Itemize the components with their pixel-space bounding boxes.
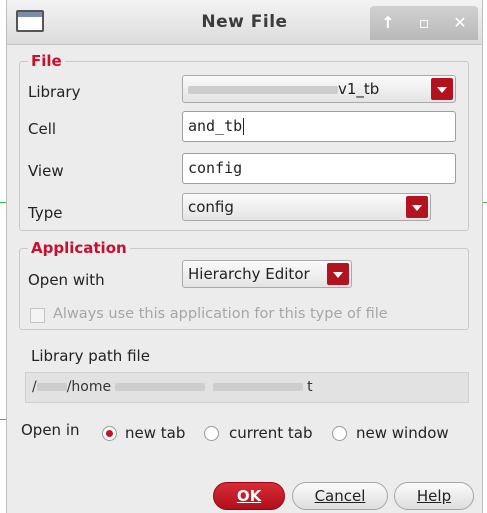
- close-icon[interactable]: ✕: [449, 12, 471, 34]
- library-combo[interactable]: v1_tb: [182, 75, 456, 103]
- always-use-label: Always use this application for this typ…: [53, 306, 388, 322]
- open-in-label: Open in: [21, 421, 80, 439]
- library-value-prefix: [188, 80, 338, 98]
- title-bar[interactable]: New File ↑ ▫ ✕: [7, 0, 482, 45]
- application-group-title: Application: [28, 239, 130, 257]
- type-label: Type: [28, 204, 63, 222]
- ok-button[interactable]: OK: [213, 482, 285, 510]
- type-value: config: [188, 198, 234, 216]
- maximize-arrow-icon[interactable]: ↑: [377, 12, 399, 34]
- chevron-down-icon[interactable]: [327, 263, 349, 285]
- path-mid: /home: [66, 379, 112, 395]
- open-with-value: Hierarchy Editor: [188, 265, 310, 283]
- restore-icon[interactable]: ▫: [413, 12, 435, 34]
- library-label: Library: [28, 83, 81, 101]
- open-with-combo[interactable]: Hierarchy Editor: [182, 260, 352, 288]
- new-file-dialog: New File ↑ ▫ ✕ File Library v1_tb Cell a…: [6, 0, 483, 513]
- radio-current-tab[interactable]: [204, 426, 219, 441]
- cell-input[interactable]: and_tb: [182, 111, 456, 142]
- help-button-label: Help: [416, 487, 452, 505]
- cancel-button-label: Cancel: [314, 487, 366, 505]
- library-value: v1_tb: [338, 80, 380, 98]
- radio-new-window-label[interactable]: new window: [356, 424, 449, 442]
- view-input-value: config: [188, 159, 243, 177]
- path-redacted: [115, 383, 206, 391]
- type-combo[interactable]: config: [182, 193, 431, 221]
- path-end: t: [307, 379, 313, 395]
- cancel-button[interactable]: Cancel: [292, 482, 388, 510]
- chevron-down-icon[interactable]: [406, 196, 428, 218]
- chevron-down-icon[interactable]: [431, 78, 453, 100]
- always-use-checkbox[interactable]: [30, 308, 45, 323]
- text-caret: [243, 118, 245, 135]
- radio-new-tab-label[interactable]: new tab: [125, 424, 185, 442]
- window-controls: ↑ ▫ ✕: [370, 6, 478, 40]
- view-label: View: [28, 162, 64, 180]
- radio-new-window[interactable]: [332, 426, 347, 441]
- ok-button-label: OK: [236, 487, 262, 505]
- file-group-title: File: [28, 52, 65, 70]
- view-input[interactable]: config: [182, 153, 456, 184]
- library-path-field[interactable]: //home t: [25, 372, 469, 403]
- radio-new-tab[interactable]: [102, 426, 117, 441]
- cell-input-value: and_tb: [188, 117, 243, 135]
- help-button[interactable]: Help: [394, 482, 474, 510]
- path-redacted: [36, 383, 67, 391]
- radio-current-tab-label[interactable]: current tab: [229, 424, 312, 442]
- library-path-label: Library path file: [31, 347, 150, 365]
- backdrop-line: [483, 202, 487, 203]
- path-redacted: [213, 383, 304, 391]
- cell-label: Cell: [28, 120, 57, 138]
- open-with-label: Open with: [28, 271, 105, 289]
